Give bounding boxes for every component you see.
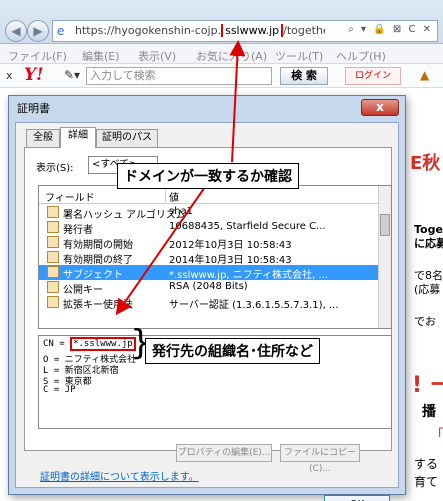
- field-value: 10688435, Starfield Secure C...: [169, 221, 326, 232]
- field-name: 有効期間の開始: [63, 240, 133, 251]
- org-info-callout: 発行先の組織名･住所など: [145, 338, 320, 364]
- field-list: フィールド 値 署名ハッシュ アルゴリズム sha1 発行者 10688435, S…: [38, 185, 392, 329]
- field-name: 発行者: [63, 225, 93, 236]
- menu-view[interactable]: 表示(V): [138, 48, 176, 64]
- bg-text: する: [414, 457, 439, 471]
- field-row[interactable]: 署名ハッシュ アルゴリズム sha1: [39, 205, 380, 221]
- field-value: 2014年10月3日 10:58:43: [169, 255, 292, 266]
- domain-check-callout: ドメインが一致するか確認: [117, 163, 299, 189]
- url-suffix: /together/quiz.htm: [283, 24, 325, 37]
- field-icon: [47, 236, 59, 248]
- column-header-value[interactable]: 値: [169, 189, 179, 204]
- menu-bar: ファイル(F) 編集(E) 表示(V) お気に入り(A) ツール(T) ヘルプ(…: [0, 44, 443, 64]
- yahoo-logo[interactable]: Y!: [24, 65, 44, 85]
- bg-heading: E秋: [410, 153, 441, 174]
- detail-line: C = JP: [43, 385, 76, 395]
- search-input[interactable]: 入力して検索: [86, 67, 272, 85]
- field-value: RSA (2048 Bits): [169, 281, 248, 292]
- field-icon: [47, 221, 59, 233]
- yahoo-toolbar: x Y! ✎▾ 入力して検索 検 索 ログイン ▲: [0, 64, 443, 88]
- url-domain-highlight: sslwww.jp: [221, 24, 284, 37]
- field-icon: [47, 296, 59, 308]
- field-name: サブジェクト: [63, 270, 123, 281]
- field-row[interactable]: 拡張キー使用法 サーバー認証 (1.3.6.1.5.5.7.3.1), ...: [39, 295, 380, 311]
- forward-arrow-icon: ▶: [33, 24, 43, 38]
- cn-key: CN =: [43, 339, 71, 349]
- tab-general[interactable]: 全般: [26, 129, 60, 147]
- field-icon: [47, 281, 59, 293]
- bg-text: 育て: [414, 475, 439, 489]
- column-header-field[interactable]: フィールド: [45, 189, 95, 204]
- field-row[interactable]: 公開キー RSA (2048 Bits): [39, 280, 380, 296]
- bg-text: でお: [414, 315, 436, 328]
- menu-file[interactable]: ファイル(F): [8, 48, 67, 64]
- scrollbar-thumb[interactable]: [380, 214, 390, 236]
- show-label: 表示(S):: [36, 163, 74, 174]
- copy-to-file-button[interactable]: ファイルにコピー(C)...: [280, 444, 360, 474]
- field-name: 署名ハッシュ アルゴリズム: [63, 210, 186, 221]
- pen-icon[interactable]: ✎▾: [64, 68, 80, 82]
- bg-text: ! ー: [412, 373, 443, 398]
- field-name: 公開キー: [63, 285, 103, 296]
- field-value: 2012年10月3日 10:58:43: [169, 240, 292, 251]
- field-row-selected[interactable]: サブジェクト *.sslwww.jp, ニフティ株式会社, ...: [39, 265, 380, 281]
- field-name: 拡張キー使用法: [63, 300, 133, 311]
- bg-text: 「: [430, 428, 443, 444]
- url-prefix: https://hyogokenshin-cojp.: [75, 24, 222, 37]
- field-row[interactable]: 発行者 10688435, Starfield Secure C...: [39, 220, 380, 236]
- url-field[interactable]: e https://hyogokenshin-cojp. sslwww.jp/to…: [52, 20, 438, 42]
- field-row[interactable]: 有効期間の開始 2012年10月3日 10:58:43: [39, 235, 380, 251]
- toolbar-close-icon[interactable]: x: [6, 69, 13, 82]
- ok-button[interactable]: OK: [324, 495, 390, 501]
- certificate-dialog: 証明書 x 全般 詳細 証明のパス 表示(S): <すべて> フィールド 値 署…: [8, 95, 406, 501]
- field-value: サーバー認証 (1.3.6.1.5.5.7.3.1), ...: [169, 300, 339, 311]
- field-icon: [47, 266, 59, 278]
- search-button[interactable]: 検 索: [280, 67, 328, 85]
- bg-text: に応募: [414, 237, 443, 250]
- back-arrow-icon: ◀: [11, 24, 21, 38]
- page-icon: e: [57, 24, 65, 38]
- field-value: *.sslwww.jp, ニフティ株式会社, ...: [169, 270, 328, 281]
- toolbar-extra-icon[interactable]: ▲: [420, 68, 429, 82]
- address-bar: ◀ ▶ e https://hyogokenshin-cojp. sslwww.j…: [0, 0, 443, 44]
- menu-help[interactable]: ヘルプ(H): [336, 48, 386, 64]
- menu-favorites[interactable]: お気に入り(A): [196, 48, 267, 64]
- back-button[interactable]: ◀: [5, 20, 27, 42]
- close-button[interactable]: x: [361, 99, 399, 116]
- url-tool-icons[interactable]: ⌕ ▾ 🔒 ⊠ C ✕: [348, 24, 433, 35]
- column-divider[interactable]: [165, 188, 166, 202]
- bg-text: 播: [422, 404, 436, 420]
- bg-text: (応募: [414, 283, 441, 296]
- field-row[interactable]: 有効期間の終了 2014年10月3日 10:58:43: [39, 250, 380, 266]
- field-icon: [47, 251, 59, 263]
- menu-edit[interactable]: 編集(E): [82, 48, 120, 64]
- menu-tools[interactable]: ツール(T): [275, 48, 323, 64]
- field-icon: [47, 206, 59, 218]
- tab-details[interactable]: 詳細: [60, 127, 96, 148]
- detail-cn-line: CN = *.sslwww.jp: [43, 337, 136, 351]
- field-name: 有効期間の終了: [63, 255, 133, 266]
- tab-cert-path[interactable]: 証明のパス: [96, 129, 158, 147]
- cert-details-link[interactable]: 証明書の詳細について表示します。: [40, 468, 199, 483]
- edit-properties-button[interactable]: プロパティの編集(E)...: [176, 444, 272, 462]
- url-text: https://hyogokenshin-cojp. sslwww.jp/toge…: [75, 24, 325, 37]
- login-button[interactable]: ログイン: [345, 67, 401, 85]
- field-value: sha1: [169, 206, 194, 217]
- forward-button[interactable]: ▶: [27, 20, 49, 42]
- field-list-scrollbar[interactable]: [378, 186, 391, 328]
- cn-value-highlight: *.sslwww.jp: [70, 337, 136, 351]
- dialog-title: 証明書: [17, 102, 50, 115]
